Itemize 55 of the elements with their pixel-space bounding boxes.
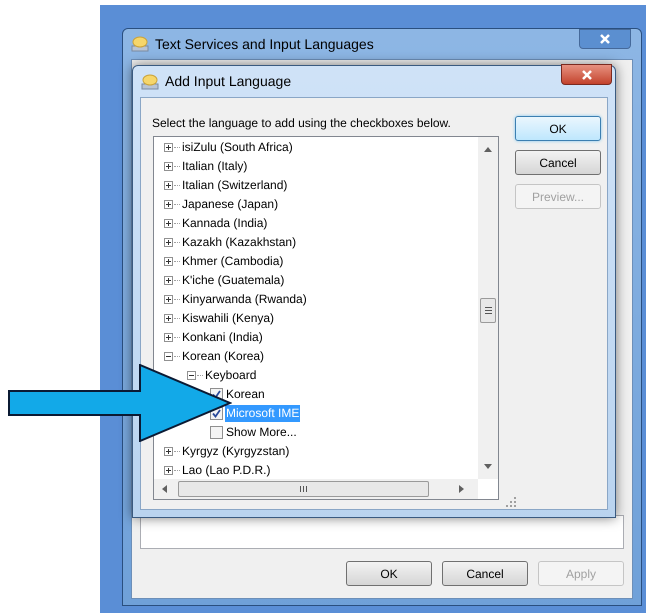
checkbox[interactable] [210,426,223,439]
tree-item[interactable]: Italian (Switzerland) [181,177,288,194]
expand-icon[interactable] [164,162,173,171]
expand-icon[interactable] [164,200,173,209]
tree-item[interactable]: Korean (Korea) [181,348,266,365]
scroll-up-icon[interactable] [484,147,492,152]
scroll-left-icon[interactable] [162,485,167,493]
scroll-thumb[interactable] [480,298,496,323]
instruction-text: Select the language to add using the checkboxes below. [152,115,452,132]
expand-icon[interactable] [164,447,173,456]
expand-icon[interactable] [164,333,173,342]
tree-item[interactable]: Keyboard [204,367,258,384]
scroll-thumb[interactable] [178,481,429,497]
tree-item[interactable]: Kiswahili (Kenya) [181,310,276,327]
expand-icon[interactable] [164,295,173,304]
expand-icon[interactable] [164,238,173,247]
dialog-button[interactable]: OK [515,116,601,141]
tree-item[interactable]: isiZulu (South Africa) [181,139,294,156]
tree-item[interactable]: Khmer (Cambodia) [181,253,284,270]
tree-item[interactable]: Italian (Italy) [181,158,248,175]
scroll-right-icon[interactable] [459,485,464,493]
resize-grip-icon[interactable] [506,497,516,507]
dialog-button[interactable]: Cancel [442,561,528,586]
tree-item[interactable]: Show More... [225,424,298,441]
collapse-icon[interactable] [187,371,196,380]
tree-item[interactable]: Kazakh (Kazakhstan) [181,234,298,251]
close-icon [580,70,592,80]
expand-icon[interactable] [164,257,173,266]
tree-item[interactable]: Konkani (India) [181,329,264,346]
close-icon [599,34,611,44]
dialog-button[interactable]: OK [346,561,432,586]
horizontal-scrollbar[interactable] [154,479,478,499]
tree-item[interactable]: Korean [225,386,266,403]
dialog-title: Add Input Language [165,72,292,91]
dialog-button[interactable]: Cancel [515,150,601,175]
expand-icon[interactable] [164,466,173,475]
tree-item[interactable]: Kannada (India) [181,215,268,232]
expand-icon[interactable] [164,143,173,152]
tree-item[interactable]: K'iche (Guatemala) [181,272,286,289]
tree-item[interactable]: Japanese (Japan) [181,196,280,213]
tree-item[interactable]: Kyrgyz (Kyrgyzstan) [181,443,290,460]
app-icon [131,36,149,52]
scroll-down-icon[interactable] [484,464,492,469]
app-icon [141,74,159,90]
close-button[interactable] [579,29,631,49]
expand-icon[interactable] [164,181,173,190]
expand-icon[interactable] [164,276,173,285]
vertical-scrollbar[interactable] [478,137,498,479]
tree-item[interactable]: Lao (Lao P.D.R.) [181,462,272,479]
close-button[interactable] [561,64,612,85]
expand-icon[interactable] [164,219,173,228]
expand-icon[interactable] [164,314,173,323]
window-title: Text Services and Input Languages [155,34,374,54]
collapse-icon[interactable] [164,352,173,361]
tree-item[interactable]: Kinyarwanda (Rwanda) [181,291,308,308]
